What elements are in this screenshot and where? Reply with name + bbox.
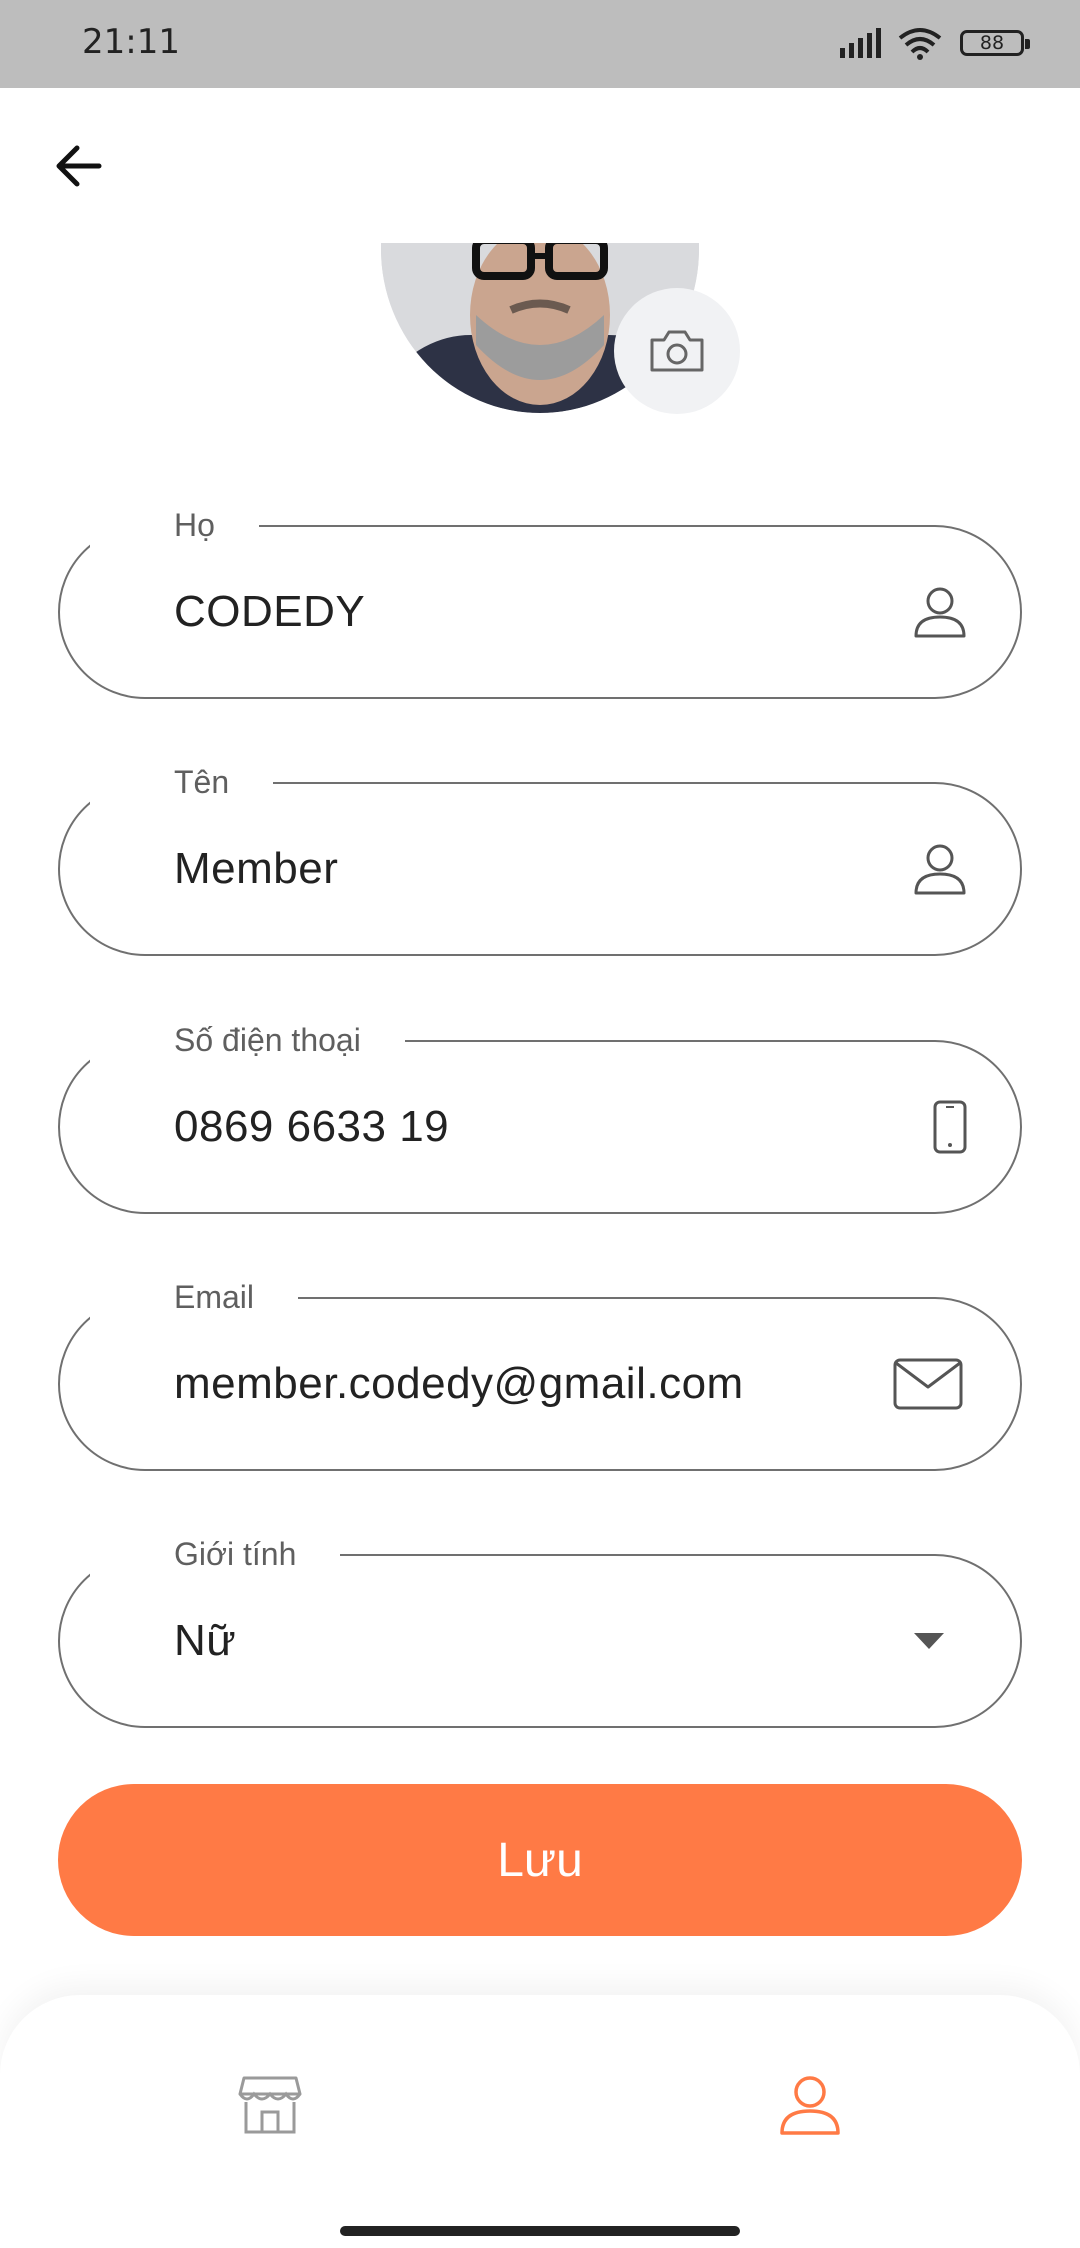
change-avatar-button[interactable] — [614, 288, 740, 414]
save-button[interactable]: Lưu — [58, 1784, 1022, 1936]
battery-icon: 88 — [960, 30, 1030, 56]
first-name-value[interactable]: Member — [174, 784, 338, 954]
gender-select[interactable]: Giới tính Nữ — [58, 1530, 1022, 1728]
signal-icon — [840, 28, 881, 58]
back-button[interactable] — [48, 136, 108, 196]
gender-value[interactable]: Nữ — [174, 1556, 236, 1726]
camera-icon — [650, 330, 704, 372]
phone-value[interactable]: 0869 6633 19 — [174, 1042, 449, 1212]
bottom-nav — [0, 1995, 1080, 2248]
first-name-field[interactable]: Tên Member — [58, 758, 1022, 956]
dropdown-arrow-icon[interactable] — [914, 1633, 944, 1649]
person-icon — [912, 584, 968, 640]
phone-icon — [932, 1099, 968, 1155]
phone-field[interactable]: Số điện thoại 0869 6633 19 — [58, 1016, 1022, 1214]
email-field[interactable]: Email member.codedy@gmail.com — [58, 1273, 1022, 1471]
nav-item-store[interactable] — [220, 2065, 320, 2145]
status-time: 21:11 — [82, 22, 180, 62]
email-value[interactable]: member.codedy@gmail.com — [174, 1299, 744, 1469]
last-name-field[interactable]: Họ CODEDY — [58, 501, 1022, 699]
arrow-left-icon — [56, 145, 102, 187]
person-icon — [780, 2076, 840, 2135]
last-name-value[interactable]: CODEDY — [174, 527, 365, 697]
person-icon — [912, 841, 968, 897]
mail-icon — [892, 1357, 964, 1411]
wifi-icon — [898, 28, 942, 60]
status-bar: 21:11 88 — [0, 0, 1080, 88]
status-icons: 88 — [840, 24, 1040, 64]
store-icon — [238, 2076, 302, 2134]
nav-item-profile[interactable] — [760, 2065, 860, 2145]
home-indicator — [340, 2226, 740, 2236]
